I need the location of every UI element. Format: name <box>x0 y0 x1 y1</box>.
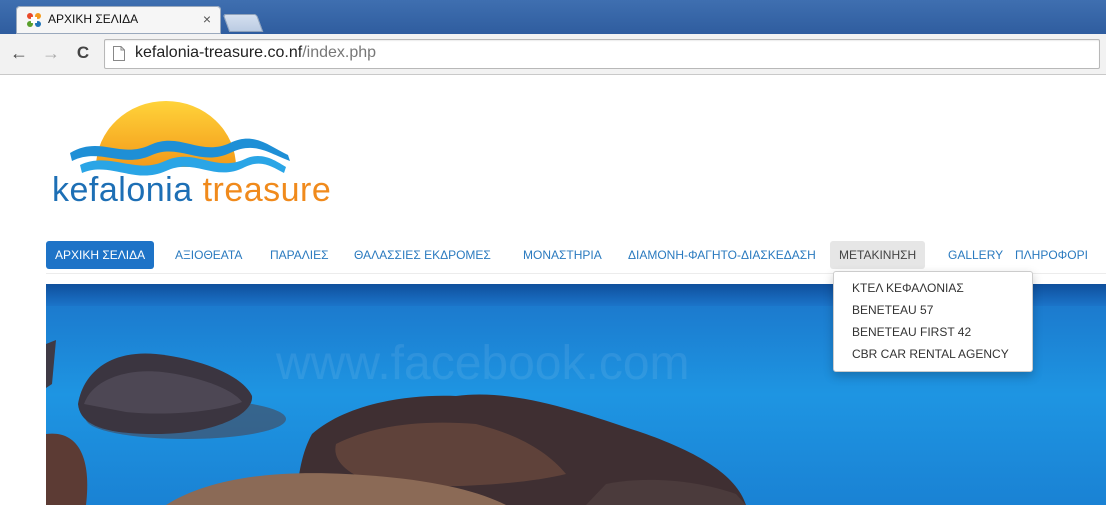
menu-item-beaches[interactable]: ΠΑΡΑΛΙΕΣ <box>261 241 338 269</box>
reload-icon[interactable]: C <box>72 42 94 64</box>
dropdown-item-ktel[interactable]: ΚΤΕΛ ΚΕΦΑΛΟΝΙΑΣ <box>852 281 964 295</box>
browser-tab-strip: ΑΡΧΙΚΗ ΣΕΛΙΔΑ × <box>0 0 1106 34</box>
browser-toolbar: ← → C kefalonia-treasure.co.nf/index.php <box>0 34 1106 75</box>
address-text: kefalonia-treasure.co.nf/index.php <box>135 44 376 62</box>
menu-item-sights[interactable]: ΑΞΙΟΘΕΑΤΑ <box>166 241 251 269</box>
tab-title: ΑΡΧΙΚΗ ΣΕΛΙΔΑ <box>48 12 139 26</box>
new-tab-button[interactable] <box>222 14 264 32</box>
close-tab-icon[interactable]: × <box>203 11 211 27</box>
menu-item-information[interactable]: ΠΛΗΡΟΦΟΡΙ <box>1006 241 1097 269</box>
site-logo[interactable]: kefalonia treasure <box>40 95 331 220</box>
joomla-icon <box>27 13 41 27</box>
browser-tab[interactable]: ΑΡΧΙΚΗ ΣΕΛΙΔΑ × <box>16 6 221 34</box>
logo-text: kefalonia treasure <box>52 171 331 210</box>
page-icon <box>113 46 125 61</box>
logo-word-kefalonia: kefalonia <box>52 171 193 209</box>
menu-item-home[interactable]: ΑΡΧΙΚΗ ΣΕΛΙΔΑ <box>46 241 155 269</box>
menu-item-monasteries[interactable]: ΜΟΝΑΣΤΗΡΙΑ <box>514 241 611 269</box>
forward-icon[interactable]: → <box>40 42 62 64</box>
transport-dropdown-menu: ΚΤΕΛ ΚΕΦΑΛΟΝΙΑΣ BENETEAU 57 BENETEAU FIR… <box>833 271 1033 372</box>
menu-item-transport[interactable]: ΜΕΤΑΚΙΝΗΣΗ <box>830 241 926 269</box>
dropdown-item-beneteau-57[interactable]: BENETEAU 57 <box>852 303 933 317</box>
menu-item-stay-food-fun[interactable]: ΔΙΑΜΟΝΗ-ΦΑΓΗΤΟ-ΔΙΑΣΚΕΔΑΣΗ <box>619 241 825 269</box>
url-host: kefalonia-treasure.co.nf <box>135 44 303 61</box>
menu-item-gallery[interactable]: GALLERY <box>939 241 1012 269</box>
dropdown-item-beneteau-first-42[interactable]: BENETEAU FIRST 42 <box>852 325 971 339</box>
logo-word-treasure: treasure <box>202 171 332 209</box>
url-path: /index.php <box>302 44 377 61</box>
address-bar[interactable]: kefalonia-treasure.co.nf/index.php <box>104 39 1100 69</box>
back-icon[interactable]: ← <box>8 42 30 64</box>
menu-item-sea-trips[interactable]: ΘΑΛΑΣΣΙΕΣ ΕΚΔΡΟΜΕΣ <box>345 241 500 269</box>
main-menu: ΑΡΧΙΚΗ ΣΕΛΙΔΑ ΑΞΙΟΘΕΑΤΑ ΠΑΡΑΛΙΕΣ ΘΑΛΑΣΣΙ… <box>46 239 1106 274</box>
svg-text:www.facebook.com: www.facebook.com <box>275 337 690 390</box>
dropdown-item-cbr-car-rental[interactable]: CBR CAR RENTAL AGENCY <box>852 347 1009 361</box>
